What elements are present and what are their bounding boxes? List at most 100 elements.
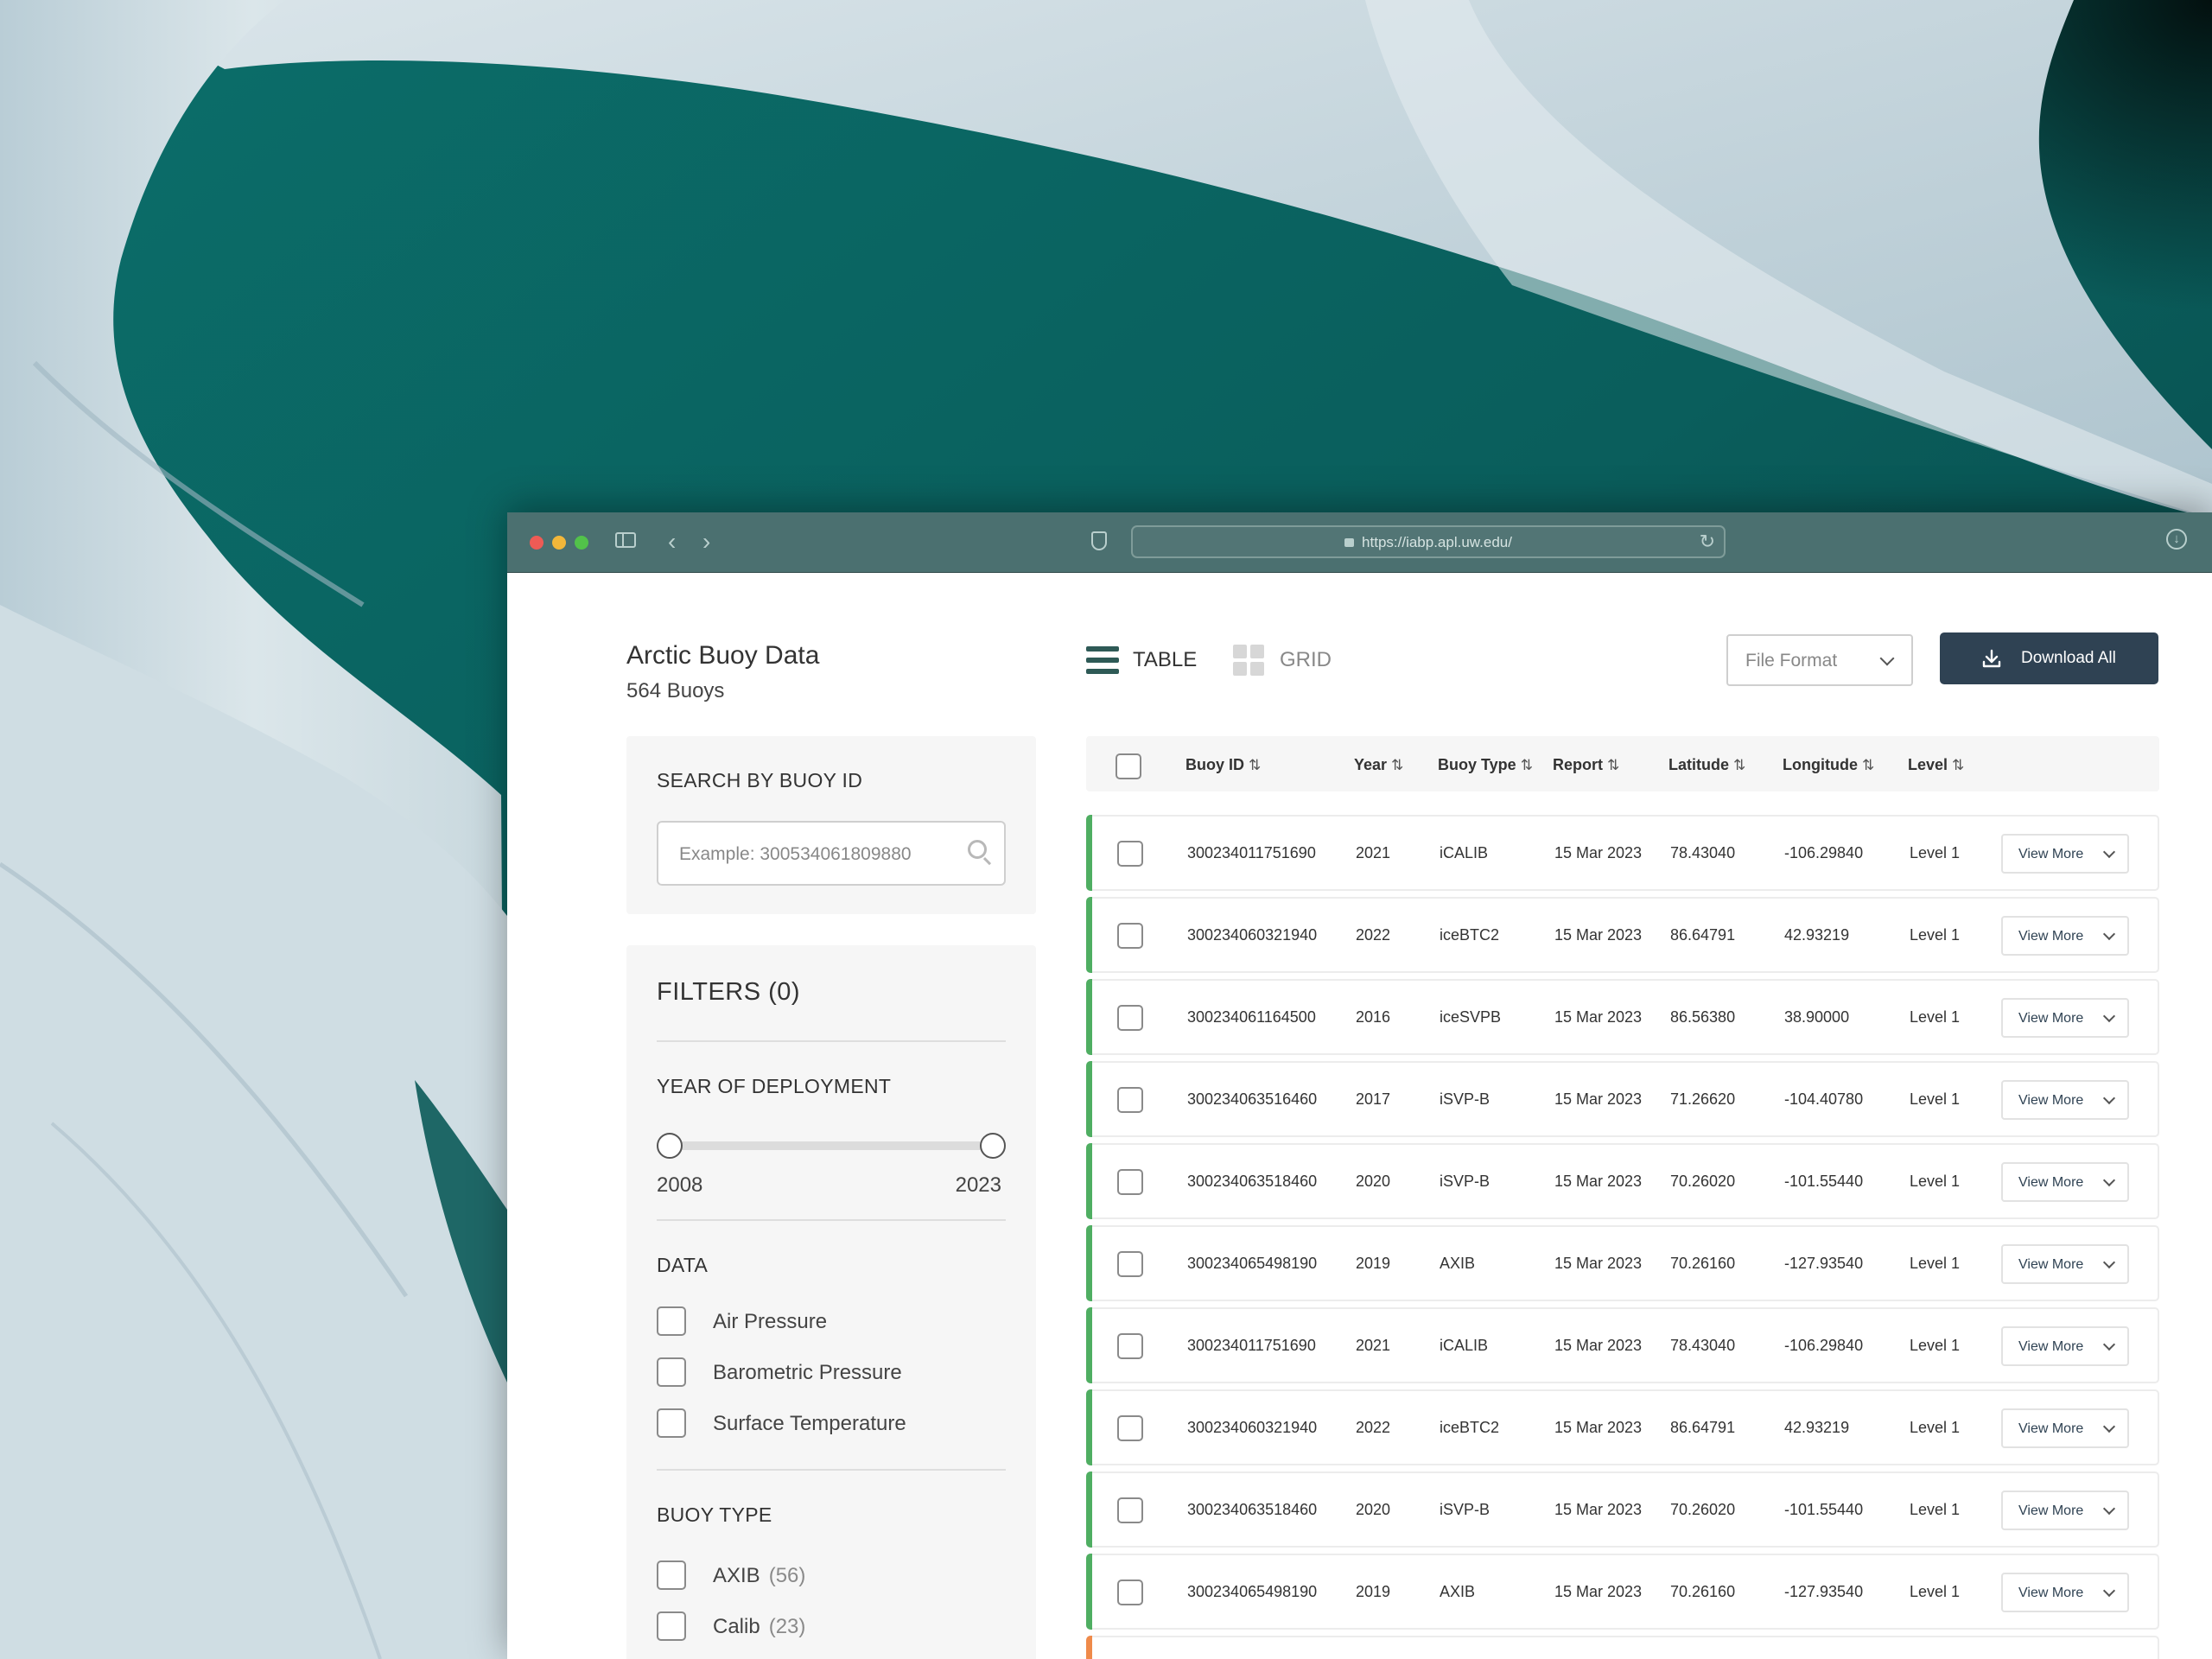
status-indicator [1086,1143,1092,1219]
sidebar-toggle-icon[interactable] [615,532,636,548]
cell-level: Level 1 [1910,1255,1961,1272]
sort-icon[interactable]: ⇅ [1249,757,1261,773]
column-header-level[interactable]: Level ⇅ [1908,756,1964,774]
status-indicator [1086,815,1092,891]
column-header-latitude[interactable]: Latitude ⇅ [1669,756,1745,774]
table-view-icon[interactable] [1086,646,1119,674]
column-header-buoy-id[interactable]: Buoy ID ⇅ [1185,756,1261,774]
table-row [1086,1636,2159,1659]
file-format-select[interactable]: File Format [1726,634,1913,686]
row-checkbox[interactable] [1117,1333,1143,1359]
view-more-button[interactable]: View More [2001,1244,2129,1284]
cell-level: Level 1 [1910,1501,1961,1518]
download-all-button[interactable]: Download All [1940,632,2158,684]
view-more-button[interactable]: View More [2001,1162,2129,1202]
close-window-button[interactable] [530,536,543,550]
search-panel: SEARCH BY BUOY ID [626,736,1036,914]
year-slider-track[interactable] [670,1141,993,1150]
row-checkbox[interactable] [1117,1005,1143,1031]
row-checkbox[interactable] [1117,1415,1143,1441]
cell-buoy-id: 300234063518460 [1187,1173,1318,1190]
option-label: Air Pressure [713,1310,828,1333]
cell-latitude: 70.26020 [1670,1501,1736,1518]
status-indicator [1086,979,1092,1055]
sort-icon[interactable]: ⇅ [1862,757,1874,773]
lock-icon [1344,538,1355,547]
sort-icon[interactable]: ⇅ [1521,757,1533,773]
column-header-year[interactable]: Year ⇅ [1354,756,1403,774]
view-more-label: View More [2018,1257,2084,1272]
view-more-button[interactable]: View More [2001,1080,2129,1120]
maximize-window-button[interactable] [575,536,588,550]
cell-buoy-type: iceSVPB [1440,1008,1502,1026]
address-bar[interactable]: https://iabp.apl.uw.edu/ ↻ [1131,525,1726,558]
view-more-button[interactable]: View More [2001,1491,2129,1530]
year-slider-max-handle[interactable] [980,1133,1006,1159]
row-checkbox[interactable] [1117,1169,1143,1195]
cell-report: 15 Mar 2023 [1554,1419,1643,1436]
row-checkbox[interactable] [1117,923,1143,949]
cell-longitude: -101.55440 [1784,1173,1864,1190]
cell-buoy-type: iSVP-B [1440,1501,1491,1518]
data-heading: DATA [657,1254,709,1276]
view-more-label: View More [2018,1011,2084,1026]
status-indicator [1086,1389,1092,1465]
view-more-label: View More [2018,1093,2084,1108]
checkbox[interactable] [657,1560,686,1590]
year-slider-min-handle[interactable] [657,1133,683,1159]
sort-icon[interactable]: ⇅ [1607,757,1619,773]
view-more-label: View More [2018,929,2084,944]
chevron-down-icon [2102,1173,2116,1187]
reload-icon[interactable]: ↻ [1700,531,1715,553]
divider [657,1469,1006,1471]
column-header-buoy-type[interactable]: Buoy Type ⇅ [1438,756,1533,774]
search-icon[interactable] [968,840,987,859]
checkbox[interactable] [657,1408,686,1438]
sort-icon[interactable]: ⇅ [1733,757,1745,773]
minimize-window-button[interactable] [552,536,566,550]
divider [657,1219,1006,1221]
buoy-count: 564 Buoys [626,679,725,702]
tab-table[interactable]: TABLE [1133,648,1197,672]
status-indicator [1086,1554,1092,1630]
column-header-longitude[interactable]: Longitude ⇅ [1783,756,1874,774]
row-checkbox[interactable] [1117,1087,1143,1113]
privacy-shield-icon[interactable] [1091,531,1107,550]
chevron-down-icon [2102,845,2116,859]
chevron-down-icon [2102,927,2116,941]
column-header-report[interactable]: Report ⇅ [1553,756,1619,774]
view-more-button[interactable]: View More [2001,1326,2129,1366]
forward-arrow-icon[interactable]: › [702,530,710,554]
cell-level: Level 1 [1910,1173,1961,1190]
sort-icon[interactable]: ⇅ [1391,757,1403,773]
checkbox[interactable] [657,1611,686,1641]
grid-view-icon[interactable] [1233,645,1264,676]
back-arrow-icon[interactable]: ‹ [668,530,676,554]
browser-window: ‹ › https://iabp.apl.uw.edu/ ↻ ↓ Arctic … [507,512,2212,1659]
sort-icon[interactable]: ⇅ [1952,757,1964,773]
status-indicator [1086,1307,1092,1383]
row-checkbox[interactable] [1117,1580,1143,1605]
tab-grid[interactable]: GRID [1280,648,1332,672]
checkbox[interactable] [657,1357,686,1387]
table-header: Buoy ID ⇅ Year ⇅ Buoy Type ⇅ Report ⇅ Latitu… [1086,736,2159,791]
select-all-checkbox[interactable] [1116,753,1141,779]
search-input[interactable] [677,840,949,869]
status-indicator [1086,1471,1092,1548]
table-row: 300234060321940 2022 iceBTC2 15 Mar 2023… [1086,1389,2159,1465]
status-indicator [1086,1225,1092,1301]
view-more-button[interactable]: View More [2001,998,2129,1038]
view-more-button[interactable]: View More [2001,916,2129,956]
view-more-button[interactable]: View More [2001,1573,2129,1612]
view-more-button[interactable]: View More [2001,1408,2129,1448]
row-checkbox[interactable] [1117,841,1143,867]
checkbox[interactable] [657,1306,686,1336]
row-checkbox[interactable] [1117,1251,1143,1277]
row-checkbox[interactable] [1117,1497,1143,1523]
cell-buoy-id: 300234065498190 [1187,1583,1318,1600]
view-more-label: View More [2018,1175,2084,1190]
downloads-icon[interactable]: ↓ [2166,529,2187,550]
view-more-button[interactable]: View More [2001,834,2129,874]
cell-longitude: -106.29840 [1784,844,1864,861]
cell-report: 15 Mar 2023 [1554,1337,1643,1354]
